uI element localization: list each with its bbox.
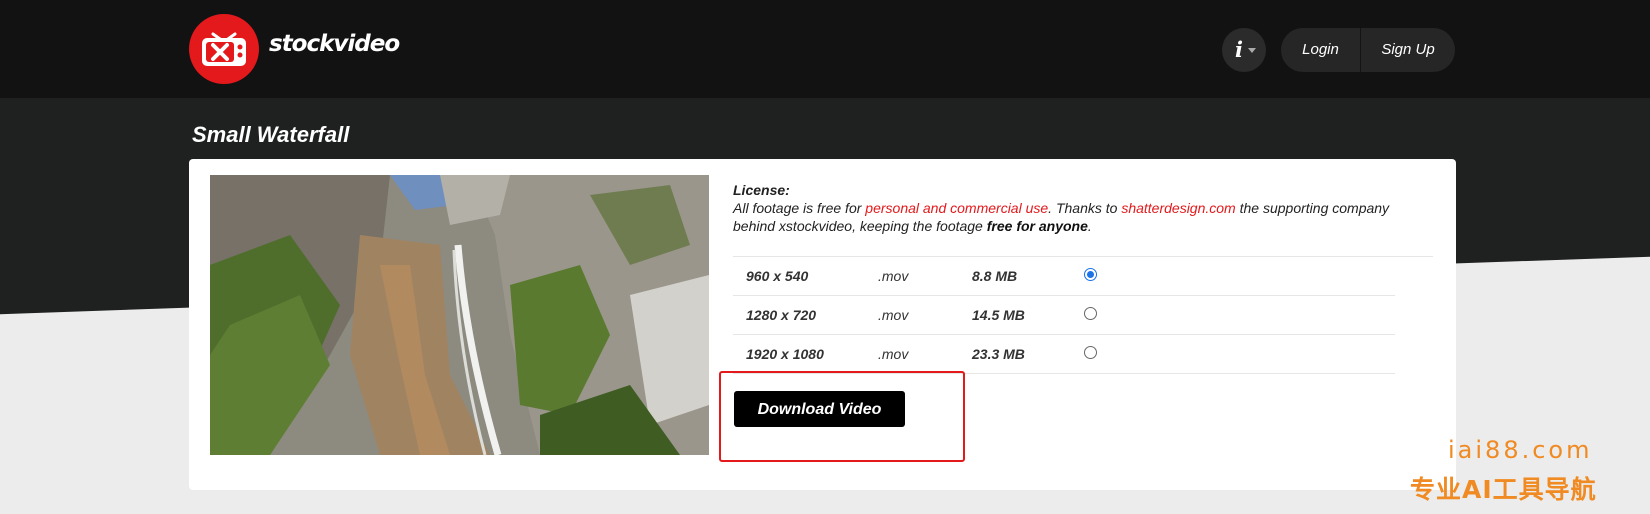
info-icon: i bbox=[1235, 37, 1243, 62]
signup-button[interactable]: Sign Up bbox=[1361, 28, 1455, 72]
option-extension: .mov bbox=[878, 268, 909, 284]
license-text: License: All footage is free for persona… bbox=[733, 181, 1433, 235]
option-extension: .mov bbox=[878, 346, 909, 362]
option-file-size: 8.8 MB bbox=[972, 268, 1018, 284]
license-text-part: All footage is free for bbox=[733, 200, 866, 216]
watermark-slogan: 专业AI工具导航 bbox=[1410, 475, 1597, 504]
license-text-part: . bbox=[1087, 218, 1092, 234]
page-title: Small Waterfall bbox=[192, 122, 350, 147]
option-extension: .mov bbox=[878, 307, 909, 323]
option-resolution: 1920 x 1080 bbox=[746, 346, 824, 362]
option-radio[interactable] bbox=[1084, 307, 1097, 320]
video-thumbnail[interactable] bbox=[210, 175, 709, 455]
caret-down-icon bbox=[1248, 48, 1256, 53]
option-radio-selected[interactable] bbox=[1084, 268, 1097, 281]
option-file-size: 23.3 MB bbox=[972, 346, 1025, 362]
option-resolution: 960 x 540 bbox=[746, 268, 809, 284]
license-text-part: . Thanks to bbox=[1048, 200, 1122, 216]
option-file-size: 14.5 MB bbox=[972, 307, 1025, 323]
format-option-row[interactable]: 1280 x 720 .mov 14.5 MB bbox=[733, 295, 1395, 334]
license-free-emphasis: free for anyone bbox=[986, 218, 1088, 234]
login-button[interactable]: Login bbox=[1281, 28, 1360, 72]
license-terms-link[interactable]: personal and commercial use bbox=[865, 200, 1048, 216]
format-option-row[interactable]: 960 x 540 .mov 8.8 MB bbox=[733, 256, 1433, 295]
format-option-row[interactable]: 1920 x 1080 .mov 23.3 MB bbox=[733, 334, 1395, 374]
watermark-domain: iai88.com bbox=[1448, 436, 1593, 464]
brand-wordmark[interactable]: stockvideo bbox=[269, 31, 400, 57]
option-radio[interactable] bbox=[1084, 346, 1097, 359]
shatterdesign-link[interactable]: shatterdesign.com bbox=[1121, 200, 1235, 216]
auth-button-group: Login Sign Up bbox=[1281, 28, 1455, 72]
tv-x-logo-icon[interactable] bbox=[189, 14, 259, 84]
video-details: License: All footage is free for persona… bbox=[733, 181, 1433, 374]
download-video-button[interactable]: Download Video bbox=[734, 391, 905, 427]
license-label: License: bbox=[733, 182, 790, 198]
info-menu-button[interactable]: i bbox=[1222, 28, 1266, 72]
option-resolution: 1280 x 720 bbox=[746, 307, 817, 323]
format-options-list: 960 x 540 .mov 8.8 MB 1280 x 720 .mov 14… bbox=[733, 256, 1433, 374]
